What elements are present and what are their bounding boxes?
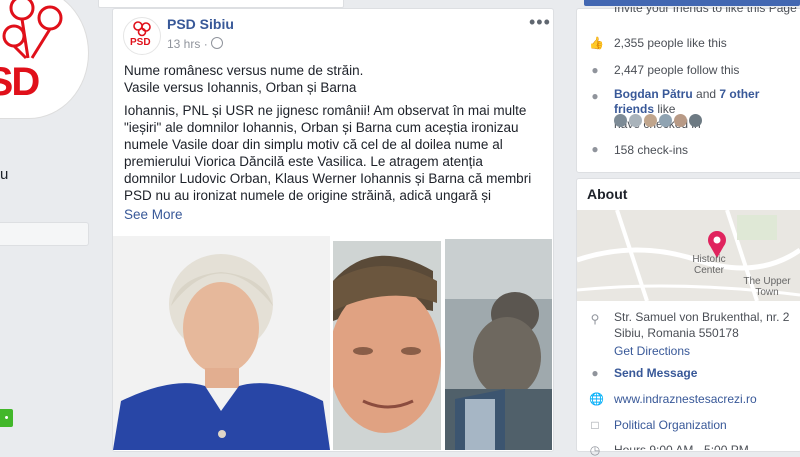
friend-avatar[interactable] <box>659 114 672 127</box>
post-headline-1: Nume românesc versus nume de străin. <box>124 63 364 78</box>
invite-bar[interactable] <box>584 0 800 6</box>
page-name-fragment: u <box>0 166 9 183</box>
checkins-count: 158 check-ins <box>614 143 689 157</box>
status-badge: • <box>0 409 13 427</box>
post-photo-1[interactable] <box>113 236 330 450</box>
map-label-upper: The Upper Town <box>743 276 791 298</box>
friend-avatar[interactable] <box>674 114 687 127</box>
friend-avatar[interactable] <box>689 114 702 127</box>
post-page-name[interactable]: PSD Sibiu <box>167 16 234 32</box>
category-icon: □ <box>591 418 599 432</box>
map-label-center: Historic Center <box>692 254 726 276</box>
rose-avatar-icon <box>133 21 151 37</box>
man-portrait-image <box>333 241 441 450</box>
clock-icon: ◷ <box>589 443 601 457</box>
post-headline-2: Vasile versus Iohannis, Orban și Barna <box>124 80 357 95</box>
hours-text: Hours 9:00 AM - 5:00 PM <box>614 443 749 450</box>
location-pin-icon: ● <box>591 142 599 156</box>
about-title: About <box>587 186 628 202</box>
monkey-photo-image <box>445 239 552 450</box>
address-line-2: Sibiu, Romania 550178 <box>614 326 739 340</box>
post-time-text: 13 hrs <box>167 37 201 51</box>
globe-icon <box>211 37 224 49</box>
post-body: Iohannis, PNL și USR ne jignesc românii!… <box>124 103 532 203</box>
address-pin-icon: ⚲ <box>590 312 600 326</box>
friend-link[interactable]: Bogdan Pătru <box>614 87 693 101</box>
follows-count: 2,447 people follow this <box>614 63 740 77</box>
people-icon: ● <box>591 89 599 103</box>
follow-icon: ● <box>591 63 599 77</box>
avatar-text: PSD <box>130 37 151 48</box>
address-line-1: Str. Samuel von Brukenthal, nr. 2 <box>614 310 790 324</box>
get-directions-link[interactable]: Get Directions <box>614 344 690 358</box>
left-nav-field[interactable] <box>0 222 89 246</box>
friend-avatar[interactable] <box>614 114 627 127</box>
invite-text[interactable]: Invite your friends to like this Page <box>614 7 800 17</box>
likes-count: 2,355 people like this <box>614 36 727 50</box>
category-link[interactable]: Political Organization <box>614 418 727 432</box>
messenger-icon: ● <box>591 366 599 380</box>
checked-in-and: and <box>696 87 717 101</box>
post-photo-2[interactable] <box>333 241 441 450</box>
thumbs-up-icon: 👍 <box>589 36 604 50</box>
top-button[interactable] <box>98 0 344 8</box>
post-photo-3[interactable] <box>445 239 552 450</box>
friend-avatar[interactable] <box>629 114 642 127</box>
post-timestamp[interactable]: 13 hrs · <box>167 37 224 51</box>
website-link[interactable]: www.indraznestesacrezi.ro <box>614 392 757 406</box>
post-avatar[interactable]: PSD <box>123 17 161 55</box>
more-dots-icon[interactable]: ••• <box>529 12 551 33</box>
woman-portrait-image <box>113 236 330 450</box>
psd-logo-text: PSD <box>0 60 40 104</box>
location-map[interactable]: Historic Center The Upper Town <box>577 210 800 301</box>
send-message-link[interactable]: Send Message <box>614 366 697 380</box>
globe-website-icon: 🌐 <box>589 392 604 406</box>
friend-avatars[interactable] <box>614 114 704 134</box>
see-more-link[interactable]: See More <box>124 207 183 222</box>
friend-avatar[interactable] <box>644 114 657 127</box>
post-text: Nume românesc versus nume de străin. Vas… <box>124 62 538 204</box>
page-profile-picture[interactable]: PSD <box>0 0 88 118</box>
